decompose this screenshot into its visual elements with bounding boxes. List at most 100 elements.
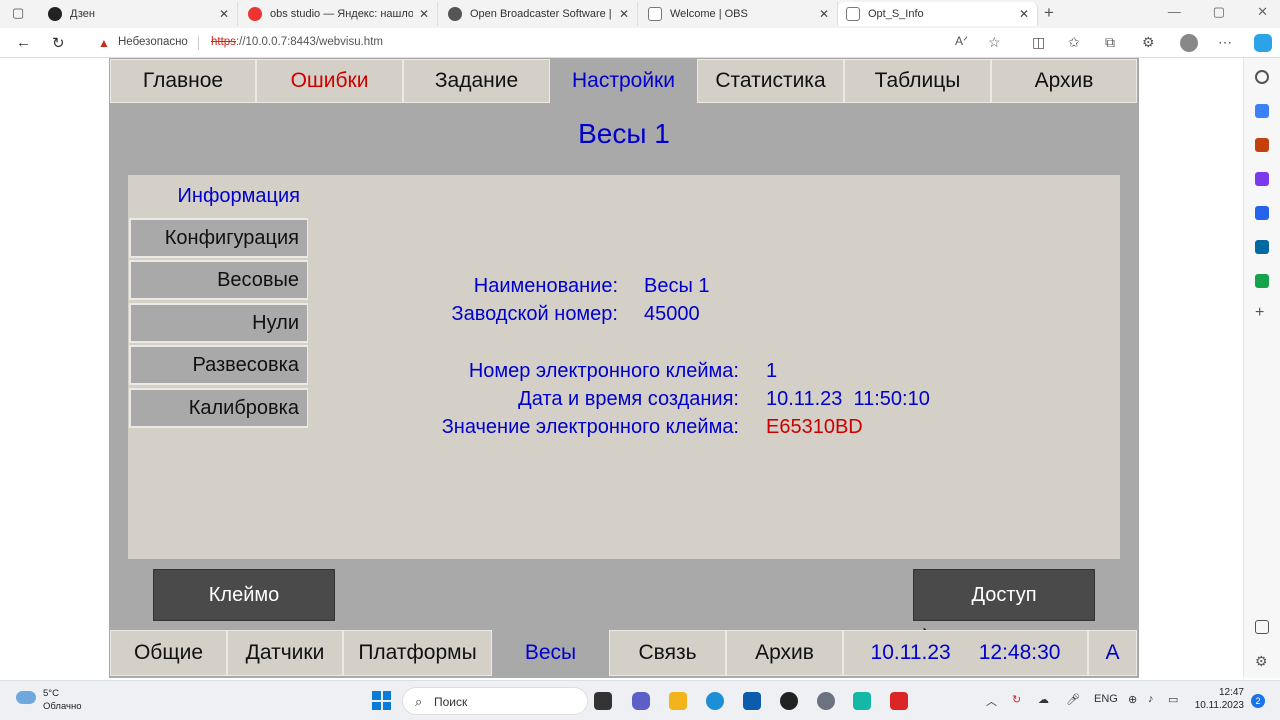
- stamp-value: E65310BD: [766, 416, 863, 438]
- bottom-tab-archive[interactable]: Архив: [726, 630, 843, 676]
- copilot-icon[interactable]: [1254, 34, 1272, 52]
- microphone-icon[interactable]: 🎤︎: [1066, 693, 1080, 706]
- browser-tab-dzen[interactable]: Дзен ✕: [40, 2, 238, 26]
- yandex-icon: [248, 7, 262, 21]
- volume-icon[interactable]: ♪: [1148, 693, 1154, 705]
- bottom-tab-connection[interactable]: Связь: [609, 630, 726, 676]
- warning-icon[interactable]: ▲: [98, 36, 110, 50]
- name-label: Наименование:: [473, 275, 618, 297]
- read-aloud-icon[interactable]: Aᐟ: [955, 34, 968, 48]
- created-datetime-value: 10.11.23 11:50:10: [766, 388, 930, 410]
- close-icon[interactable]: ✕: [819, 7, 829, 21]
- settings-icon[interactable]: [817, 692, 835, 710]
- collections-icon[interactable]: ⧉: [1105, 34, 1115, 51]
- side-menu-information[interactable]: Информация: [129, 175, 309, 217]
- side-menu-weighing[interactable]: Развесовка: [129, 345, 309, 385]
- side-menu-zeros[interactable]: Нули: [129, 303, 309, 343]
- window-controls: — ▢ ✕: [1168, 4, 1268, 20]
- close-icon[interactable]: ✕: [219, 7, 229, 21]
- add-icon[interactable]: +: [1255, 305, 1269, 321]
- side-menu-label: Калибровка: [188, 396, 299, 419]
- url-field[interactable]: https://10.0.0.7:8443/webvisu.htm: [211, 36, 383, 48]
- store-icon[interactable]: [743, 692, 761, 710]
- taskbar-search[interactable]: ⌕ Поиск: [402, 687, 588, 715]
- tab-title: Welcome | OBS: [670, 8, 748, 20]
- tab-label: Связь: [638, 641, 697, 664]
- bottom-tab-sensors[interactable]: Датчики: [227, 630, 343, 676]
- top-tab-settings[interactable]: Настройки: [550, 59, 697, 103]
- close-icon[interactable]: ✕: [419, 7, 429, 21]
- obs-icon[interactable]: [780, 692, 798, 710]
- favorites-icon[interactable]: ✩: [1068, 34, 1080, 51]
- browser-tab-yandex[interactable]: obs studio — Яндекс: нашлось 4 ✕: [240, 2, 438, 26]
- edge-icon[interactable]: [706, 692, 724, 710]
- browser-tab-opt-s-info[interactable]: Opt_S_Info ✕: [838, 2, 1038, 26]
- windows-start-icon[interactable]: [372, 691, 391, 710]
- sidebar-toggle-icon[interactable]: [1255, 620, 1269, 634]
- battery-icon[interactable]: ▭: [1168, 693, 1178, 706]
- back-icon[interactable]: ←: [16, 34, 31, 51]
- access-button[interactable]: Доступ: [913, 569, 1095, 621]
- close-icon[interactable]: ✕: [1019, 7, 1029, 21]
- new-tab-icon[interactable]: +: [1044, 3, 1054, 23]
- browser-tab-welcome[interactable]: Welcome | OBS ✕: [640, 2, 838, 26]
- profile-avatar[interactable]: [1180, 34, 1198, 52]
- tools-icon[interactable]: [1255, 138, 1269, 152]
- minimize-icon[interactable]: —: [1168, 4, 1181, 20]
- split-screen-icon[interactable]: ◫: [1032, 34, 1045, 51]
- cloud-tray-icon[interactable]: ☁: [1038, 693, 1049, 706]
- side-menu-label: Информация: [177, 184, 300, 207]
- side-menu-weights[interactable]: Весовые: [129, 260, 309, 300]
- stamp-button[interactable]: Клеймо: [153, 569, 335, 621]
- search-icon[interactable]: [1255, 70, 1269, 84]
- system-clock[interactable]: 12:47 10.11.2023: [1188, 686, 1244, 712]
- side-menu-calibration[interactable]: Калибровка: [129, 388, 309, 428]
- insecure-label[interactable]: Небезопасно: [118, 36, 188, 48]
- tab-label: Статистика: [715, 69, 826, 92]
- tab-title: Дзен: [70, 8, 95, 20]
- anydesk-icon[interactable]: [890, 692, 908, 710]
- close-window-icon[interactable]: ✕: [1257, 4, 1268, 20]
- tray-chevron-icon[interactable]: ︿: [986, 693, 997, 709]
- cloud-icon[interactable]: [16, 691, 36, 704]
- button-label: Клеймо: [208, 583, 280, 606]
- outlook-icon[interactable]: [1255, 240, 1269, 254]
- weather-temperature[interactable]: 5°C: [43, 688, 59, 699]
- drop-icon[interactable]: [1255, 274, 1269, 288]
- more-menu-icon[interactable]: ⋯: [1218, 34, 1232, 51]
- close-icon[interactable]: ✕: [619, 7, 629, 21]
- extensions-icon[interactable]: ⚙: [1142, 34, 1155, 51]
- side-menu-configuration[interactable]: Конфигурация: [129, 218, 309, 258]
- user-level-indicator[interactable]: A: [1088, 630, 1137, 676]
- app-icon[interactable]: [853, 692, 871, 710]
- browser-tab-strip: ▢ Дзен ✕ obs studio — Яндекс: нашлось 4 …: [0, 0, 1280, 28]
- task-view-icon[interactable]: [594, 692, 612, 710]
- top-tab-main[interactable]: Главное: [110, 59, 256, 103]
- top-tab-errors[interactable]: Ошибки: [256, 59, 403, 103]
- language-indicator[interactable]: ENG: [1094, 693, 1118, 705]
- tab-label: Платформы: [358, 641, 477, 664]
- tab-label: Ошибки: [290, 69, 369, 92]
- top-tab-tables[interactable]: Таблицы: [844, 59, 991, 103]
- file-explorer-icon[interactable]: [669, 692, 687, 710]
- games-icon[interactable]: [1255, 172, 1269, 186]
- maximize-icon[interactable]: ▢: [1213, 4, 1225, 20]
- top-tab-task[interactable]: Задание: [403, 59, 550, 103]
- bottom-tab-platforms[interactable]: Платформы: [343, 630, 492, 676]
- sync-icon[interactable]: ↻: [1012, 693, 1021, 706]
- network-icon[interactable]: ⊕: [1128, 693, 1137, 706]
- browser-tab-obs[interactable]: Open Broadcaster Software | OBS ✕: [440, 2, 638, 26]
- notification-badge[interactable]: 2: [1251, 694, 1265, 708]
- settings-gear-icon[interactable]: ⚙: [1255, 654, 1269, 668]
- teams-chat-icon[interactable]: [632, 692, 650, 710]
- top-tab-archive[interactable]: Архив: [991, 59, 1137, 103]
- reload-icon[interactable]: ↻: [52, 34, 65, 52]
- tab-actions-icon[interactable]: ▢: [12, 5, 24, 21]
- weather-condition[interactable]: Облачно: [43, 701, 82, 712]
- top-tab-statistics[interactable]: Статистика: [697, 59, 844, 103]
- microsoft365-icon[interactable]: [1255, 206, 1269, 220]
- bottom-tab-general[interactable]: Общие: [110, 630, 227, 676]
- favorite-star-icon[interactable]: ☆: [988, 34, 1001, 51]
- bottom-tab-scales[interactable]: Весы: [492, 630, 609, 676]
- shopping-icon[interactable]: [1255, 104, 1269, 118]
